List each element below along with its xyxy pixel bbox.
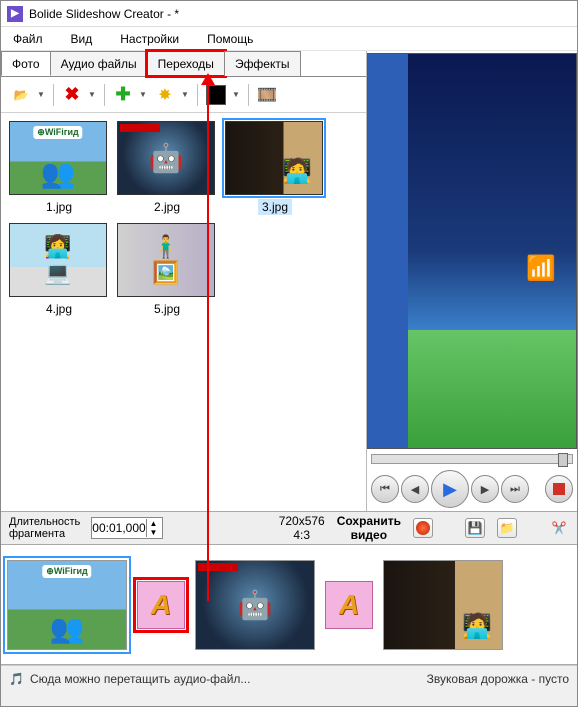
color-dropdown[interactable]: ▼ <box>232 90 242 99</box>
open-folder-dropdown[interactable]: ▼ <box>37 90 47 99</box>
timeline-transition[interactable]: A <box>325 581 373 629</box>
timeline-transition[interactable]: A <box>137 581 185 629</box>
title-bar: ▶ Bolide Slideshow Creator - * <box>1 1 577 27</box>
film-button[interactable]: 🎞️ <box>255 83 279 107</box>
open-button[interactable]: 📁 <box>497 518 517 538</box>
app-icon: ▶ <box>7 6 23 22</box>
star-button[interactable]: ✸ <box>153 83 177 107</box>
save-video-label: Сохранить видео <box>337 514 401 543</box>
first-button[interactable]: ⏮ <box>371 475 399 503</box>
thumbnail-item[interactable]: 4.jpg <box>9 223 109 317</box>
tab-strip: Фото Аудио файлы Переходы Эффекты <box>1 51 366 77</box>
preview-viewport: 📶 <box>367 53 577 449</box>
left-panel: Фото Аудио файлы Переходы Эффекты 📂 ▼ ✖ … <box>1 51 367 511</box>
spinner-buttons[interactable]: ▲▼ <box>146 519 160 537</box>
audio-track-status: Звуковая дорожка - пусто <box>427 672 569 686</box>
window-title: Bolide Slideshow Creator - * <box>29 7 179 21</box>
delete-button[interactable]: ✖ <box>60 83 84 107</box>
fragment-duration-input[interactable] <box>92 521 146 535</box>
seek-bar[interactable] <box>367 451 577 467</box>
open-folder-button[interactable]: 📂 <box>9 83 33 107</box>
tab-effects[interactable]: Эффекты <box>224 51 301 76</box>
settings-bar: Длительность фрагмента ▲▼ 720x576 4:3 Со… <box>1 511 577 545</box>
menu-bar: Файл Вид Настройки Помощь <box>1 27 577 51</box>
prev-button[interactable]: ◀ <box>401 475 429 503</box>
fragment-duration-label: Длительность фрагмента <box>9 516 87 540</box>
playback-controls: ⏮ ◀ ▶ ▶ ⏭ <box>367 467 577 511</box>
timeline-clip[interactable] <box>7 560 127 650</box>
menu-help[interactable]: Помощь <box>207 32 253 46</box>
menu-file[interactable]: Файл <box>13 32 43 46</box>
seek-thumb[interactable] <box>558 453 568 467</box>
thumbnail-grid: 1.jpg 2.jpg 3.jpg 4.jpg 5.jpg <box>1 113 366 511</box>
play-button[interactable]: ▶ <box>431 470 469 508</box>
thumbnail-item[interactable]: 2.jpg <box>117 121 217 215</box>
audio-track-bar[interactable]: 🎵 Сюда можно перетащить аудио-файл... Зв… <box>1 665 577 691</box>
thumbnail-caption: 2.jpg <box>150 199 184 215</box>
record-button[interactable] <box>413 518 433 538</box>
cut-button[interactable]: ✂️ <box>549 518 569 538</box>
output-dimensions: 720x576 4:3 <box>279 514 325 543</box>
thumbnail-item[interactable]: 5.jpg <box>117 223 217 317</box>
music-note-icon: 🎵 <box>9 672 24 686</box>
last-button[interactable]: ⏭ <box>501 475 529 503</box>
fragment-duration-spinner[interactable]: ▲▼ <box>91 517 163 539</box>
timeline-clip[interactable] <box>195 560 315 650</box>
color-swatch[interactable] <box>204 83 228 107</box>
preview-panel: 📶 ⏮ ◀ ▶ ▶ ⏭ <box>367 51 577 511</box>
thumbnail-item[interactable]: 3.jpg <box>225 121 325 215</box>
audio-drop-hint: Сюда можно перетащить аудио-файл... <box>30 672 250 686</box>
add-dropdown[interactable]: ▼ <box>139 90 149 99</box>
menu-settings[interactable]: Настройки <box>120 32 179 46</box>
thumbnail-caption: 1.jpg <box>42 199 76 215</box>
thumbnail-caption: 4.jpg <box>42 301 76 317</box>
thumbnail-caption: 3.jpg <box>258 199 292 215</box>
next-button[interactable]: ▶ <box>471 475 499 503</box>
delete-dropdown[interactable]: ▼ <box>88 90 98 99</box>
tab-audio[interactable]: Аудио файлы <box>50 51 148 76</box>
menu-view[interactable]: Вид <box>71 32 93 46</box>
photo-toolbar: 📂 ▼ ✖ ▼ ✚ ▼ ✸ ▼ ▼ 🎞️ <box>1 77 366 113</box>
star-dropdown[interactable]: ▼ <box>181 90 191 99</box>
save-button[interactable]: 💾 <box>465 518 485 538</box>
thumbnail-caption: 5.jpg <box>150 301 184 317</box>
stop-button[interactable] <box>545 475 573 503</box>
add-button[interactable]: ✚ <box>111 83 135 107</box>
timeline[interactable]: A A <box>1 545 577 665</box>
tab-photo[interactable]: Фото <box>1 51 51 76</box>
thumbnail-item[interactable]: 1.jpg <box>9 121 109 215</box>
tab-transitions[interactable]: Переходы <box>147 51 225 76</box>
timeline-clip[interactable] <box>383 560 503 650</box>
